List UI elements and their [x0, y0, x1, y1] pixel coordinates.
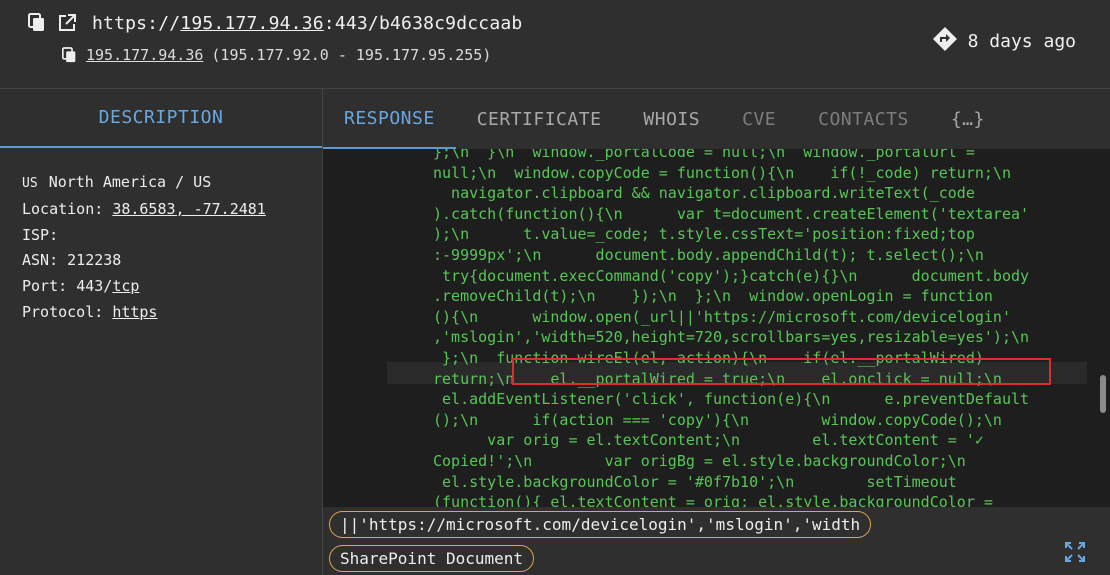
location-link[interactable]: 38.6583, -77.2481: [112, 200, 266, 218]
country-flag: US: [22, 176, 38, 191]
match-chip[interactable]: SharePoint Document: [329, 545, 535, 572]
protocol-link[interactable]: https: [112, 303, 157, 321]
response-code-view[interactable]: };\n }\n window._portalCode = null;\n wi…: [323, 149, 1110, 507]
url-host: 195.177.94.36: [180, 12, 324, 34]
host-info: US North America / US Location: 38.6583,…: [0, 148, 322, 348]
copy-icon[interactable]: [58, 44, 80, 66]
match-chip[interactable]: ||'https://microsoft.com/devicelogin','m…: [329, 511, 872, 538]
url-link[interactable]: https://195.177.94.36:443/b4638c9dccaab: [92, 13, 522, 34]
time-ago: 8 days ago: [967, 31, 1076, 52]
tab-description[interactable]: DESCRIPTION: [0, 88, 322, 148]
url-prefix: https://: [92, 12, 181, 34]
response-code: };\n }\n window._portalCode = null;\n wi…: [433, 149, 1030, 507]
protocol-row: Protocol: https: [22, 300, 300, 326]
annotation-box: [512, 358, 1051, 385]
url-suffix: :443/b4638c9dccaab: [323, 12, 523, 34]
asn-value: 212238: [67, 251, 122, 270]
ip-range: (195.177.92.0 - 195.177.95.255): [211, 46, 492, 64]
region-row: US North America / US: [22, 170, 300, 197]
tab-certificate[interactable]: CERTIFICATE: [456, 89, 623, 149]
tab-cve[interactable]: CVE: [721, 89, 797, 149]
port-row: Port: 443/tcp: [22, 274, 300, 300]
description-panel: DESCRIPTION US North America / US Locati…: [0, 88, 323, 575]
tab-json[interactable]: {…}: [930, 89, 1006, 149]
match-chips: ||'https://microsoft.com/devicelogin','m…: [323, 507, 1110, 575]
timestamp: 8 days ago: [932, 26, 1076, 57]
tab-whois[interactable]: WHOIS: [622, 89, 721, 149]
url-row: https://195.177.94.36:443/b4638c9dccaab: [26, 12, 522, 34]
tab-contacts[interactable]: CONTACTS: [797, 89, 930, 149]
location-row: Location: 38.6583, -77.2481: [22, 197, 300, 223]
region: North America / US: [48, 173, 212, 191]
isp-row: ISP:: [22, 223, 300, 249]
port-label: Port:: [22, 277, 68, 296]
protocol-label: Protocol:: [22, 302, 104, 321]
tab-response[interactable]: RESPONSE: [323, 89, 456, 149]
copy-icon[interactable]: [26, 12, 48, 34]
external-link-icon[interactable]: [56, 12, 78, 34]
location-label: Location:: [22, 199, 104, 218]
port-number: 443/: [76, 277, 113, 296]
port-proto-link[interactable]: tcp: [112, 277, 139, 295]
scrollbar-thumb[interactable]: [1100, 375, 1106, 413]
isp-label: ISP:: [22, 225, 59, 244]
directions-icon: [932, 26, 958, 57]
detail-tabs: RESPONSE CERTIFICATE WHOIS CVE CONTACTS …: [323, 88, 1110, 150]
ip-link[interactable]: 195.177.94.36: [86, 46, 203, 64]
expand-icon[interactable]: [1064, 541, 1086, 563]
asn-label: ASN:: [22, 251, 59, 270]
header: https://195.177.94.36:443/b4638c9dccaab …: [0, 0, 1110, 86]
asn-row: ASN: 212238: [22, 248, 300, 274]
detail-panel: RESPONSE CERTIFICATE WHOIS CVE CONTACTS …: [323, 88, 1110, 575]
ip-row: 195.177.94.36 (195.177.92.0 - 195.177.95…: [58, 44, 491, 66]
